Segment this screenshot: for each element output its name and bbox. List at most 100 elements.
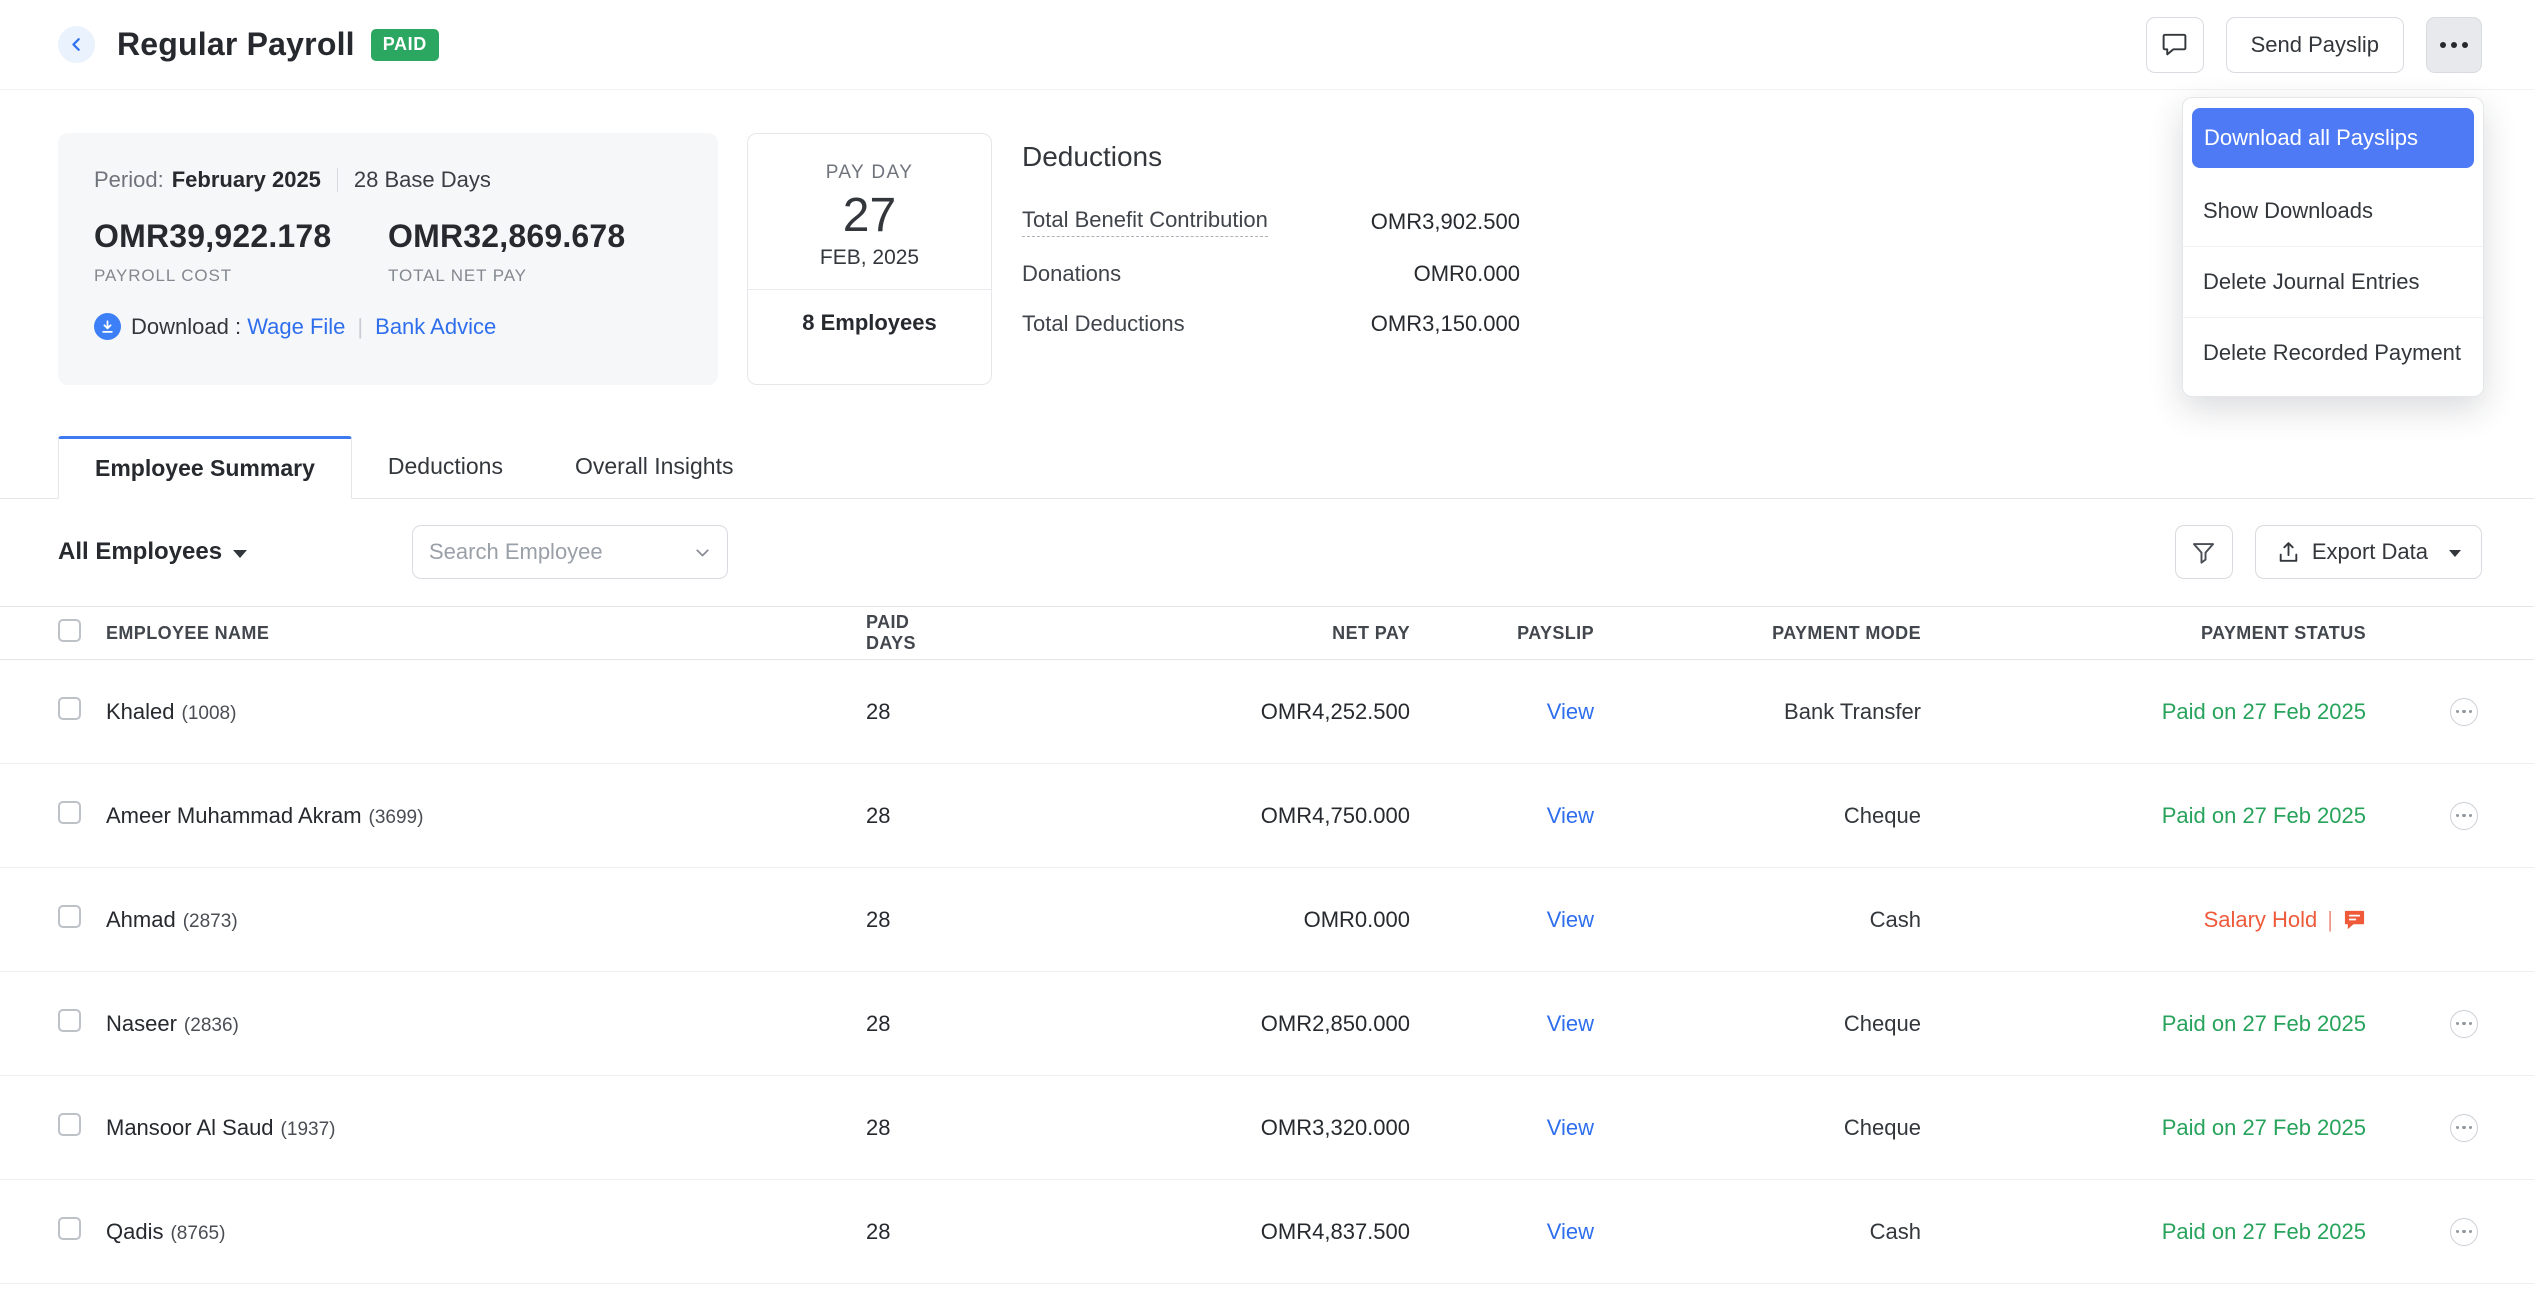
payslip-view-link[interactable]: View <box>1547 907 1594 932</box>
payment-status-text: Paid on 27 Feb 2025 <box>2162 1219 2366 1245</box>
row-checkbox[interactable] <box>58 1217 81 1240</box>
employee-name: Khaled <box>106 699 175 724</box>
employee-filter-dropdown[interactable]: All Employees <box>58 538 412 566</box>
deduction-label[interactable]: Total Benefit Contribution <box>1022 207 1268 237</box>
payment-status: Salary Hold | <box>1921 907 2366 933</box>
tab-overall-insights[interactable]: Overall Insights <box>539 435 770 498</box>
menu-item[interactable]: Delete Recorded Payment <box>2183 318 2483 388</box>
row-more-icon[interactable] <box>2450 1218 2478 1246</box>
row-checkbox[interactable] <box>58 905 81 928</box>
download-label: Download : <box>131 314 241 340</box>
table-row: Khaled(1008) 28 OMR4,252.500 View Bank T… <box>0 660 2534 764</box>
wage-file-link[interactable]: Wage File <box>247 314 345 340</box>
filter-button[interactable] <box>2175 525 2233 579</box>
payroll-cost-block: OMR39,922.178 PAYROLL COST <box>94 218 388 286</box>
payroll-summary-section: Period: February 2025 28 Base Days OMR39… <box>0 133 2534 385</box>
more-menu: Download all PayslipsShow DownloadsDelet… <box>2182 97 2484 397</box>
download-icon <box>94 313 121 340</box>
back-button[interactable] <box>58 26 95 63</box>
employee-table: EMPLOYEE NAME PAID DAYS NET PAY PAYSLIP … <box>0 606 2534 1284</box>
tab-deductions[interactable]: Deductions <box>352 435 539 498</box>
row-checkbox[interactable] <box>58 801 81 824</box>
period-value: February 2025 <box>172 167 321 193</box>
payment-mode-cell: Cash <box>1594 907 1921 933</box>
payslip-view-link[interactable]: View <box>1547 699 1594 724</box>
employee-name: Ameer Muhammad Akram <box>106 803 362 828</box>
base-days: 28 Base Days <box>354 167 491 193</box>
column-paid-days: PAID DAYS <box>866 612 962 654</box>
payslip-view-link[interactable]: View <box>1547 1011 1594 1036</box>
deduction-value: OMR3,902.500 <box>1371 209 1520 235</box>
payslip-view-link[interactable]: View <box>1547 1115 1594 1140</box>
export-data-label: Export Data <box>2312 539 2428 565</box>
tab-employee-summary[interactable]: Employee Summary <box>58 436 352 499</box>
export-data-button[interactable]: Export Data <box>2255 525 2482 579</box>
summary-amounts: OMR39,922.178 PAYROLL COST OMR32,869.678… <box>94 218 682 286</box>
employee-name-cell: Ameer Muhammad Akram (3699) <box>106 803 866 829</box>
payment-mode-cell: Cash <box>1594 1219 1921 1245</box>
employee-search-box[interactable] <box>412 525 728 579</box>
column-employee-name: EMPLOYEE NAME <box>106 623 866 644</box>
row-more-icon[interactable] <box>2450 1010 2478 1038</box>
payment-status-text: Paid on 27 Feb 2025 <box>2162 1011 2366 1037</box>
download-line: Download : Wage File | Bank Advice <box>94 313 682 340</box>
filter-bar: All Employees Export Data <box>0 525 2534 579</box>
menu-item[interactable]: Download all Payslips <box>2192 108 2474 168</box>
row-checkbox[interactable] <box>58 1009 81 1032</box>
filter-right-actions: Export Data <box>2175 525 2482 579</box>
column-payment-mode: PAYMENT MODE <box>1594 623 1921 644</box>
header-left: Regular Payroll PAID <box>58 26 439 63</box>
hold-chat-icon[interactable] <box>2343 908 2366 931</box>
table-row: Mansoor Al Saud(1937) 28 OMR3,320.000 Vi… <box>0 1076 2534 1180</box>
caret-down-icon <box>2449 550 2461 557</box>
menu-item[interactable]: Show Downloads <box>2183 176 2483 247</box>
payment-mode-cell: Bank Transfer <box>1594 699 1921 725</box>
payslip-view-link[interactable]: View <box>1547 803 1594 828</box>
menu-item[interactable]: Delete Journal Entries <box>2183 247 2483 318</box>
table-row: Naseer(2836) 28 OMR2,850.000 View Cheque… <box>0 972 2534 1076</box>
table-header: EMPLOYEE NAME PAID DAYS NET PAY PAYSLIP … <box>0 606 2534 660</box>
employee-name: Qadis <box>106 1219 163 1244</box>
search-input[interactable] <box>429 539 692 565</box>
row-more-icon[interactable] <box>2450 1114 2478 1142</box>
employee-name-cell: Naseer(2836) <box>106 1011 866 1037</box>
payment-mode-cell: Cheque <box>1594 1115 1921 1141</box>
send-payslip-button[interactable]: Send Payslip <box>2226 17 2404 73</box>
header-actions: Send Payslip <box>2146 17 2482 73</box>
row-more-icon[interactable] <box>2450 698 2478 726</box>
header-checkbox-cell <box>58 619 106 647</box>
comments-button[interactable] <box>2146 17 2204 73</box>
divider: | <box>357 314 363 340</box>
employee-count: 8 Employees <box>748 290 991 336</box>
row-more-icon[interactable] <box>2450 802 2478 830</box>
paid-days-cell: 28 <box>866 803 962 829</box>
payment-mode-cell: Cheque <box>1594 803 1921 829</box>
pay-day-card: PAY DAY 27 FEB, 2025 8 Employees <box>747 133 992 385</box>
more-options-button[interactable] <box>2426 17 2482 73</box>
net-pay-cell: OMR4,252.500 <box>962 699 1410 725</box>
paid-days-cell: 28 <box>866 907 962 933</box>
deduction-row: Total Benefit Contribution OMR3,902.500 <box>1022 195 1520 249</box>
payment-status-text: Paid on 27 Feb 2025 <box>2162 1115 2366 1141</box>
caret-down-icon <box>233 550 247 558</box>
employee-id: (1937) <box>281 1119 336 1140</box>
paid-days-cell: 28 <box>866 1115 962 1141</box>
employee-name-cell: Ahmad(2873) <box>106 907 866 933</box>
employee-id: (3699) <box>369 807 424 828</box>
row-checkbox[interactable] <box>58 697 81 720</box>
chat-bubble-icon <box>2160 30 2189 59</box>
column-payslip: PAYSLIP <box>1410 623 1594 644</box>
payment-status-text: Salary Hold <box>2204 907 2318 933</box>
chevron-down-icon[interactable] <box>692 542 713 563</box>
row-checkbox[interactable] <box>58 1113 81 1136</box>
bank-advice-link[interactable]: Bank Advice <box>375 314 496 340</box>
payment-mode-cell: Cheque <box>1594 1011 1921 1037</box>
employee-id: (2836) <box>184 1015 239 1036</box>
pay-day-date: FEB, 2025 <box>748 246 991 270</box>
total-net-pay-label: TOTAL NET PAY <box>388 266 682 286</box>
column-payment-status: PAYMENT STATUS <box>1921 623 2366 644</box>
divider <box>337 168 338 192</box>
payslip-view-link[interactable]: View <box>1547 1219 1594 1244</box>
select-all-checkbox[interactable] <box>58 619 81 642</box>
page-header: Regular Payroll PAID Send Payslip <box>0 0 2534 90</box>
